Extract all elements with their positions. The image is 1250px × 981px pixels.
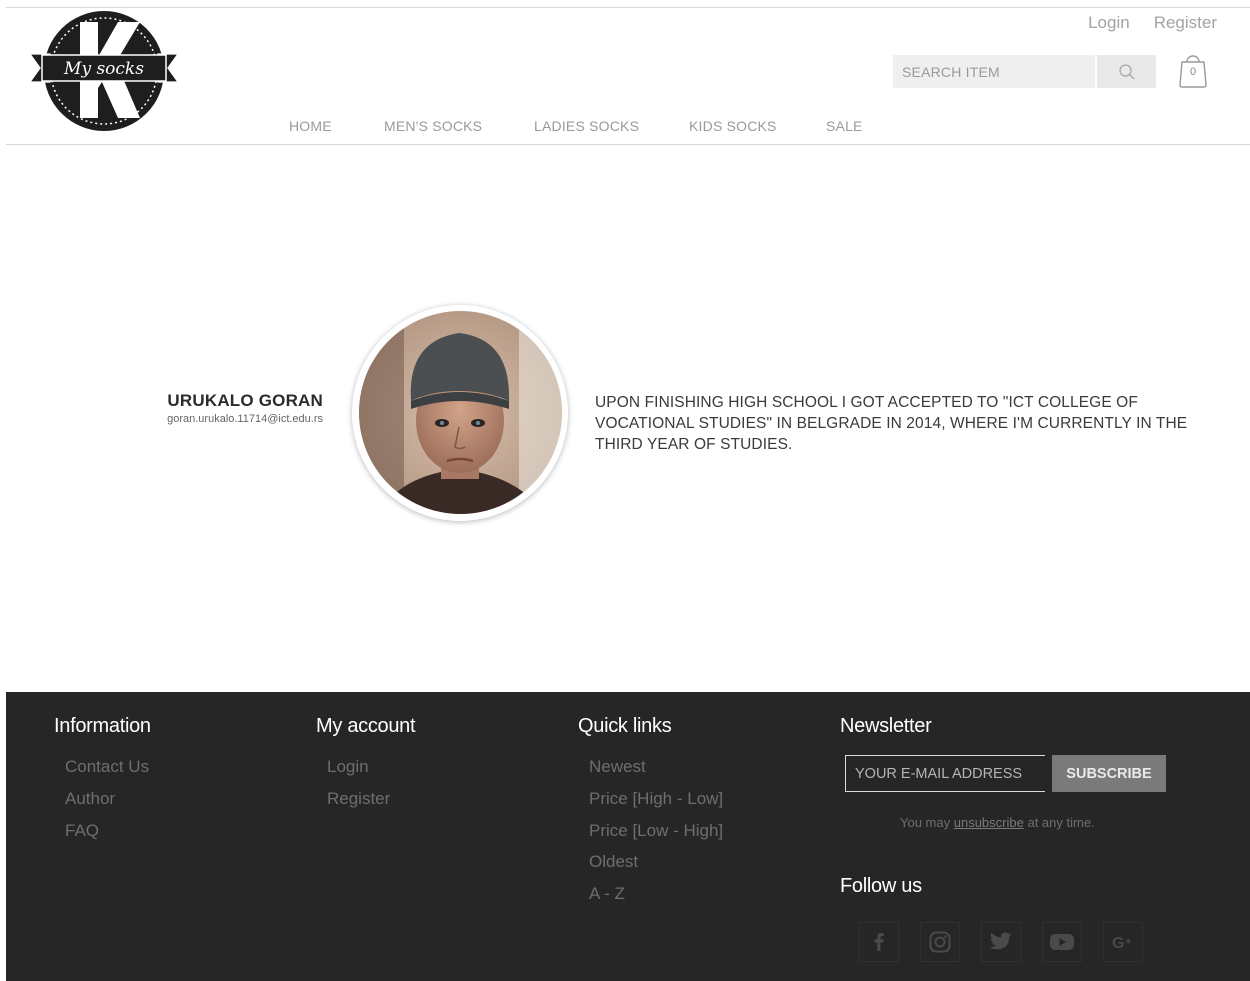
nav-home[interactable]: HOME	[289, 118, 332, 134]
subscribe-button[interactable]: SUBSCRIBE	[1052, 755, 1166, 792]
svg-text:G: G	[1112, 935, 1124, 952]
information-title: Information	[54, 715, 151, 737]
google-plus-button[interactable]: G +	[1103, 922, 1143, 962]
footer-link-register[interactable]: Register	[316, 783, 415, 815]
nav-kids-socks[interactable]: KIDS SOCKS	[689, 118, 777, 134]
search-button[interactable]	[1097, 55, 1156, 88]
search-input[interactable]	[893, 55, 1095, 88]
twitter-icon	[989, 932, 1012, 950]
nav-mens-socks[interactable]: MEN'S SOCKS	[384, 118, 482, 134]
register-link[interactable]: Register	[1154, 13, 1217, 33]
follow-us-title: Follow us	[840, 875, 922, 897]
footer-link-newest[interactable]: Newest	[578, 751, 723, 783]
main-nav: HOME MEN'S SOCKS LADIES SOCKS KIDS SOCKS…	[0, 118, 1250, 138]
author-email: goran.urukalo.11714@ict.edu.rs	[167, 413, 323, 425]
author-name: URUKALO GORAN	[167, 391, 323, 410]
top-border	[6, 7, 1250, 8]
newsletter-title: Newsletter	[840, 715, 932, 737]
instagram-icon	[929, 931, 951, 953]
footer-newsletter: Newsletter	[840, 715, 932, 751]
footer-quick-links: Quick links Newest Price [High - Low] Pr…	[578, 715, 723, 910]
footer-my-account: My account Login Register	[316, 715, 416, 815]
brand-logo[interactable]: My socks	[28, 10, 180, 132]
cart-button[interactable]: 0	[1177, 50, 1209, 90]
google-plus-icon: G +	[1112, 935, 1131, 952]
footer-link-faq[interactable]: FAQ	[54, 815, 151, 847]
unsubscribe-note-before: You may	[900, 815, 951, 830]
svg-text:+: +	[1125, 936, 1131, 948]
footer-link-author[interactable]: Author	[54, 783, 151, 815]
unsubscribe-note: You may unsubscribe at any time.	[900, 815, 1095, 830]
author-bio: UPON FINISHING HIGH SCHOOL I GOT ACCEPTE…	[595, 394, 1188, 453]
my-account-title: My account	[316, 715, 416, 737]
auth-links: Login Register	[1088, 13, 1217, 33]
footer-link-oldest[interactable]: Oldest	[578, 846, 723, 878]
cart-count: 0	[1189, 66, 1197, 78]
author-avatar	[359, 311, 562, 514]
footer-link-a-z[interactable]: A - Z	[578, 878, 723, 910]
youtube-button[interactable]	[1042, 922, 1082, 962]
facebook-icon	[874, 933, 884, 951]
nav-sale[interactable]: SALE	[826, 118, 863, 134]
twitter-button[interactable]	[981, 922, 1021, 962]
quick-links-title: Quick links	[578, 715, 672, 737]
login-link[interactable]: Login	[1088, 13, 1130, 33]
facebook-button[interactable]	[859, 922, 899, 962]
footer-link-price-low-high[interactable]: Price [Low - High]	[578, 815, 723, 847]
nav-ladies-socks[interactable]: LADIES SOCKS	[534, 118, 639, 134]
brand-name: My socks	[63, 59, 144, 79]
footer-link-login[interactable]: Login	[316, 751, 415, 783]
unsubscribe-note-after: at any time.	[1027, 815, 1095, 830]
footer-information: Information Contact Us Author FAQ	[54, 715, 151, 846]
header-divider	[6, 144, 1250, 145]
page: My socks Login Register 0 HOME MEN'S SOC…	[0, 0, 1250, 981]
unsubscribe-link[interactable]: unsubscribe	[954, 815, 1024, 830]
newsletter-email-input[interactable]	[845, 755, 1045, 792]
footer-link-price-high-low[interactable]: Price [High - Low]	[578, 783, 723, 815]
youtube-icon	[1050, 934, 1074, 950]
instagram-button[interactable]	[920, 922, 960, 962]
search-icon	[1118, 63, 1134, 79]
footer-link-contact-us[interactable]: Contact Us	[54, 751, 151, 783]
